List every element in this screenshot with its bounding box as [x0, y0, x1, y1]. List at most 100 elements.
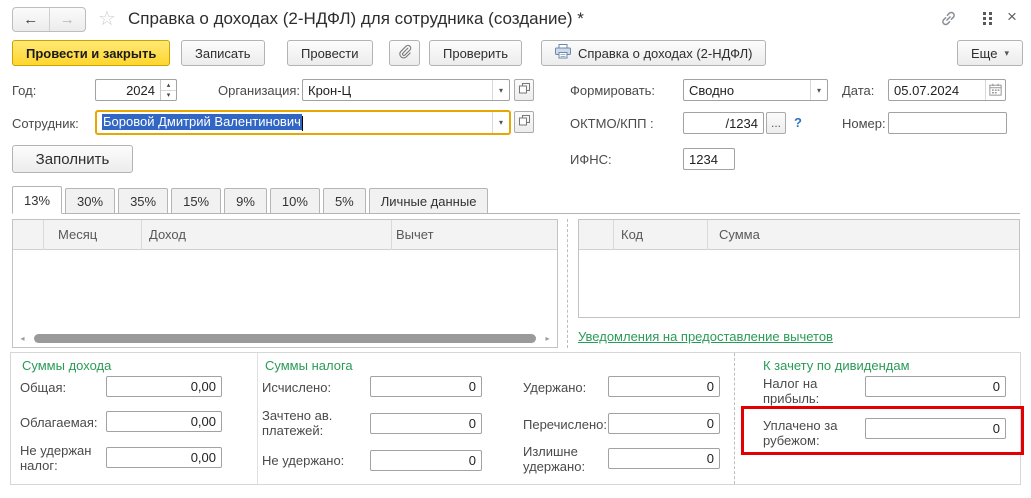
fill-button-label: Заполнить — [35, 150, 110, 168]
rate-tabs: 13% 30% 35% 15% 9% 10% 5% Личные данные — [12, 186, 1020, 214]
generate-value: Сводно — [689, 82, 735, 98]
oktmo-more-button[interactable]: ... — [766, 112, 786, 134]
fill-button[interactable]: Заполнить — [12, 145, 133, 173]
total-label: Налог на прибыль: — [763, 376, 820, 406]
favorite-star-icon[interactable]: ☆ — [98, 6, 116, 31]
field-value: 0 — [468, 416, 476, 431]
back-button[interactable]: ← — [13, 8, 49, 31]
income-taxable-field[interactable]: 0,00 — [106, 411, 222, 432]
scroll-right-icon[interactable]: ▸ — [541, 334, 554, 343]
tab-label: 9% — [236, 193, 255, 209]
ifns-value: 1234 — [689, 151, 718, 167]
employee-value-wrap: Боровой Дмитрий Валентинович — [97, 114, 492, 131]
tax-not-withheld-field[interactable]: 0 — [370, 450, 482, 471]
panel-splitter[interactable] — [567, 219, 568, 348]
tax-sums-title: Суммы налога — [265, 358, 353, 373]
totals-splitter[interactable] — [734, 353, 735, 484]
tab-label: 15% — [183, 193, 210, 209]
field-value: 0 — [468, 453, 476, 468]
tab-35[interactable]: 35% — [118, 188, 169, 213]
tab-13[interactable]: 13% — [12, 186, 63, 214]
ifns-field[interactable]: 1234 — [683, 148, 735, 170]
deduction-notifications-link[interactable]: Уведомления на предоставление вычетов — [578, 329, 833, 344]
employee-dropdown-button[interactable]: ▾ — [492, 112, 509, 133]
back-arrow-icon: ← — [23, 11, 39, 28]
field-value: 0 — [706, 379, 714, 394]
more-menu-icon[interactable] — [983, 12, 992, 25]
post-button[interactable]: Провести — [287, 40, 373, 66]
tab-5[interactable]: 5% — [322, 188, 366, 213]
date-field[interactable]: 05.07.2024 — [888, 79, 1006, 101]
organization-open-button[interactable] — [514, 79, 534, 101]
post-and-close-button[interactable]: Провести и закрыть — [12, 40, 171, 66]
tab-personal-data[interactable]: Личные данные — [368, 188, 489, 213]
dividends-title: К зачету по дивидендам — [763, 358, 910, 373]
calendar-button[interactable] — [985, 80, 1005, 100]
print-certificate-button[interactable]: Справка о доходах (2-НДФЛ) — [541, 40, 767, 66]
tab-30[interactable]: 30% — [65, 188, 116, 213]
oktmo-kpp-value: /1234 — [725, 115, 758, 131]
column-header-code[interactable]: Код — [621, 227, 643, 242]
field-value: 0,00 — [190, 450, 216, 465]
forward-button[interactable]: → — [48, 8, 86, 31]
tab-label: 13% — [24, 192, 51, 208]
more-actions-button[interactable]: Еще ▾ — [957, 40, 1023, 66]
year-spinner[interactable]: ▴ ▾ — [160, 80, 176, 100]
employee-field[interactable]: Боровой Дмитрий Валентинович ▾ — [95, 110, 511, 135]
generate-field[interactable]: Сводно ▾ — [683, 79, 828, 101]
spin-up-icon[interactable]: ▴ — [161, 80, 176, 91]
income-sums-title: Суммы дохода — [22, 358, 112, 373]
close-icon[interactable]: × — [1007, 8, 1017, 25]
scroll-left-icon[interactable]: ◂ — [16, 334, 29, 343]
spin-down-icon[interactable]: ▾ — [161, 91, 176, 101]
income-tax-not-withheld-field[interactable]: 0,00 — [106, 447, 222, 468]
total-label: Удержано: — [523, 380, 587, 395]
oktmo-kpp-field[interactable]: /1234 — [683, 112, 764, 134]
totals-separator — [257, 353, 258, 484]
tax-withheld-field[interactable]: 0 — [608, 376, 720, 397]
field-value: 0 — [706, 451, 714, 466]
employee-open-button[interactable] — [514, 111, 534, 133]
employee-value: Боровой Дмитрий Валентинович — [102, 114, 302, 131]
total-label: Общая: — [20, 380, 67, 395]
generate-dropdown-button[interactable]: ▾ — [810, 80, 827, 100]
tab-10[interactable]: 10% — [269, 188, 320, 213]
chevron-down-icon: ▾ — [498, 85, 503, 95]
get-link-icon[interactable] — [939, 9, 958, 31]
deduction-codes-table[interactable]: Код Сумма — [578, 219, 1020, 318]
tax-over-withheld-field[interactable]: 0 — [608, 448, 720, 469]
tab-15[interactable]: 15% — [171, 188, 222, 213]
check-button[interactable]: Проверить — [429, 40, 523, 66]
oktmo-help-icon[interactable]: ? — [794, 115, 802, 130]
total-label: Перечислено: — [523, 417, 607, 432]
total-label: Облагаемая: — [20, 415, 98, 430]
date-label: Дата: — [842, 83, 875, 98]
tab-label: 30% — [77, 193, 104, 209]
tab-9[interactable]: 9% — [224, 188, 267, 213]
column-header-month[interactable]: Месяц — [58, 227, 97, 242]
save-button[interactable]: Записать — [181, 40, 265, 66]
more-actions-label: Еще — [971, 45, 998, 61]
printer-icon — [555, 44, 571, 62]
tax-advance-offset-field[interactable]: 0 — [370, 413, 482, 434]
tab-label: 35% — [130, 193, 157, 209]
number-field[interactable] — [888, 112, 1007, 134]
column-header-income[interactable]: Доход — [149, 227, 186, 242]
tax-calculated-field[interactable]: 0 — [370, 376, 482, 397]
year-field[interactable]: 2024 ▴ ▾ — [95, 79, 177, 101]
organization-dropdown-button[interactable]: ▾ — [492, 80, 509, 100]
income-table[interactable]: Месяц Доход Вычет ◂ ▸ — [12, 219, 558, 348]
scrollbar-thumb[interactable] — [34, 334, 536, 343]
income-total-field[interactable]: 0,00 — [106, 376, 222, 397]
codes-table-header: Код Сумма — [579, 220, 1019, 250]
attachments-button[interactable] — [389, 40, 420, 66]
organization-value: Крон-Ц — [308, 82, 352, 98]
horizontal-scrollbar[interactable]: ◂ ▸ — [16, 332, 554, 345]
column-header-sum[interactable]: Сумма — [719, 227, 760, 242]
profit-tax-field[interactable]: 0 — [865, 376, 1006, 397]
column-header-deduction[interactable]: Вычет — [396, 227, 434, 242]
date-value: 05.07.2024 — [894, 82, 960, 98]
total-label: Излишне удержано: — [523, 444, 586, 474]
tax-transferred-field[interactable]: 0 — [608, 413, 720, 434]
organization-field[interactable]: Крон-Ц ▾ — [302, 79, 510, 101]
